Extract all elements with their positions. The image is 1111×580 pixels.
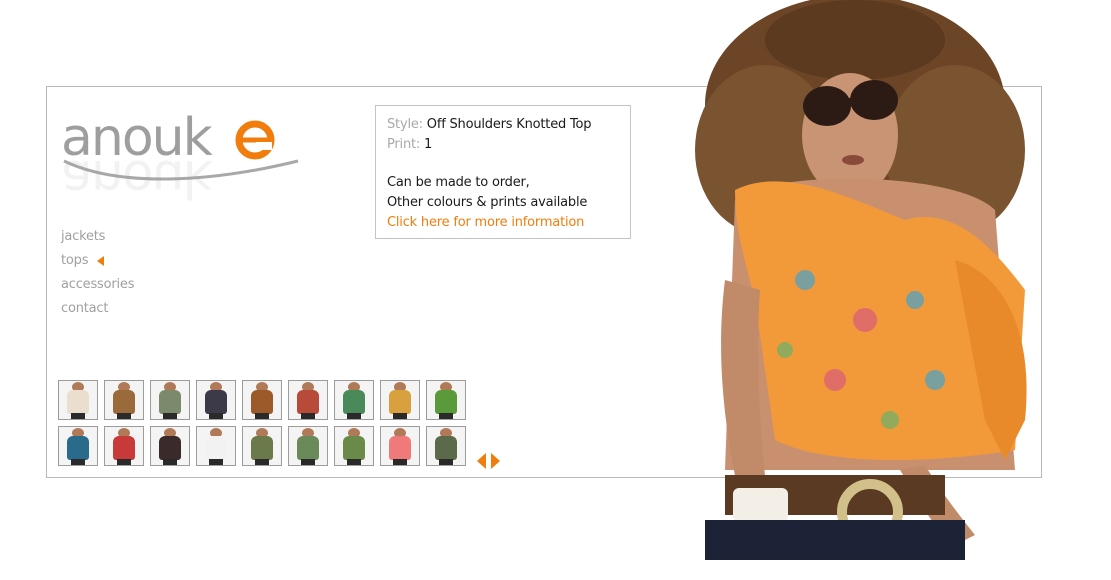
nav-item-contact[interactable]: contact — [61, 297, 134, 321]
style-row: Style: Off Shoulders Knotted Top — [387, 115, 630, 135]
nav-item-tops-label: tops — [61, 253, 89, 268]
thumbnail-legs — [393, 459, 407, 465]
thumbnail-legs — [71, 459, 85, 465]
model-photo — [695, 0, 1027, 560]
thumbnail-top — [389, 436, 411, 460]
made-to-order-text: Can be made to order, — [387, 175, 530, 190]
thumbnail-top — [159, 390, 181, 414]
thumbnail-top — [113, 436, 135, 460]
nav-item-tops[interactable]: tops — [61, 249, 134, 273]
thumbnail-15[interactable] — [288, 426, 328, 466]
thumbnail-12[interactable] — [150, 426, 190, 466]
main-nav: jackets tops accessories contact — [61, 225, 134, 321]
thumbnail-pager — [477, 453, 505, 469]
thumbnail-legs — [301, 459, 315, 465]
thumbnail-11[interactable] — [104, 426, 144, 466]
thumbnail-top — [435, 390, 457, 414]
thumbnail-top — [251, 436, 273, 460]
thumbnail-10[interactable] — [58, 426, 98, 466]
colours-prints-text: Other colours & prints available — [387, 195, 588, 210]
style-value: Off Shoulders Knotted Top — [426, 117, 592, 132]
thumbnail-legs — [71, 413, 85, 419]
thumbnail-18[interactable] — [426, 426, 466, 466]
arrow-left-icon[interactable] — [477, 453, 486, 469]
thumbnail-17[interactable] — [380, 426, 420, 466]
thumbnail-14[interactable] — [242, 426, 282, 466]
print-label: Print: — [387, 137, 421, 152]
thumbnail-top — [389, 390, 411, 414]
thumbnail-legs — [163, 459, 177, 465]
thumbnail-legs — [393, 413, 407, 419]
anouke-logo[interactable]: anouk anouk — [58, 95, 308, 210]
thumbnail-2[interactable] — [104, 380, 144, 420]
thumbnail-legs — [439, 413, 453, 419]
thumbnail-legs — [117, 459, 131, 465]
thumbnail-top — [343, 390, 365, 414]
print-value: 1 — [424, 137, 433, 152]
thumbnail-top — [343, 436, 365, 460]
thumbnail-legs — [163, 413, 177, 419]
thumbnail-top — [113, 390, 135, 414]
thumbnail-8[interactable] — [380, 380, 420, 420]
thumbnail-top — [205, 436, 227, 460]
thumbnail-legs — [209, 459, 223, 465]
product-info-box: Style: Off Shoulders Knotted Top Print: … — [375, 105, 631, 239]
thumbnail-13[interactable] — [196, 426, 236, 466]
active-arrow-icon — [97, 256, 104, 266]
thumbnail-9[interactable] — [426, 380, 466, 420]
thumbnail-1[interactable] — [58, 380, 98, 420]
more-info-link[interactable]: Click here for more information — [387, 213, 630, 233]
nav-item-accessories[interactable]: accessories — [61, 273, 134, 297]
thumbnail-legs — [301, 413, 315, 419]
thumbnail-top — [159, 436, 181, 460]
thumbnail-7[interactable] — [334, 380, 374, 420]
thumbnail-5[interactable] — [242, 380, 282, 420]
style-label: Style: — [387, 117, 423, 132]
thumbnail-legs — [439, 459, 453, 465]
nav-item-jackets[interactable]: jackets — [61, 225, 134, 249]
thumbnail-top — [205, 390, 227, 414]
thumbnail-6[interactable] — [288, 380, 328, 420]
thumbnail-legs — [255, 459, 269, 465]
thumbnail-legs — [255, 413, 269, 419]
thumbnail-3[interactable] — [150, 380, 190, 420]
thumbnail-4[interactable] — [196, 380, 236, 420]
thumbnail-top — [435, 436, 457, 460]
svg-text:anouk: anouk — [61, 148, 213, 208]
arrow-right-icon[interactable] — [491, 453, 500, 469]
thumbnail-top — [297, 436, 319, 460]
print-row: Print: 1 — [387, 135, 630, 155]
thumbnail-legs — [209, 413, 223, 419]
thumbnail-top — [297, 390, 319, 414]
thumbnail-top — [67, 390, 89, 414]
thumbnail-16[interactable] — [334, 426, 374, 466]
thumbnail-legs — [347, 459, 361, 465]
thumbnail-legs — [117, 413, 131, 419]
thumbnail-legs — [347, 413, 361, 419]
thumbnail-top — [67, 436, 89, 460]
thumbnail-top — [251, 390, 273, 414]
